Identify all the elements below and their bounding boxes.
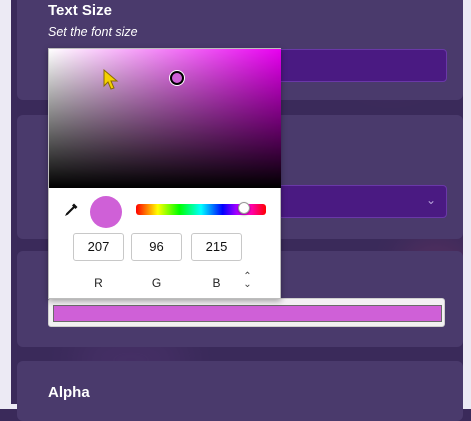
color-picker-popup: 207 96 215 R G B ⌃ ⌄ bbox=[48, 48, 281, 299]
chevron-down-icon: ⌄ bbox=[426, 193, 437, 207]
text-size-title: Text Size bbox=[48, 2, 112, 19]
alpha-title: Alpha bbox=[48, 384, 90, 401]
green-label: G bbox=[151, 276, 162, 290]
hue-slider-handle[interactable] bbox=[237, 202, 250, 214]
green-input[interactable]: 96 bbox=[131, 233, 182, 261]
mouse-cursor-icon bbox=[103, 69, 119, 90]
blue-label: B bbox=[212, 276, 221, 290]
red-input[interactable]: 207 bbox=[73, 233, 124, 261]
color-swatch bbox=[53, 305, 442, 322]
blue-input[interactable]: 215 bbox=[191, 233, 242, 261]
color-preview bbox=[90, 196, 122, 228]
chevron-updown-icon[interactable]: ⌃ ⌄ bbox=[241, 272, 254, 290]
scrollbar-track[interactable] bbox=[463, 0, 471, 409]
eyedropper-icon[interactable] bbox=[63, 202, 79, 218]
color-input[interactable] bbox=[48, 298, 445, 327]
red-label: R bbox=[94, 276, 103, 290]
brightness-gradient bbox=[49, 49, 281, 188]
saturation-brightness-area[interactable] bbox=[49, 49, 281, 188]
color-handle[interactable] bbox=[169, 71, 184, 86]
left-edge bbox=[0, 0, 11, 409]
text-size-subtitle: Set the font size bbox=[48, 25, 138, 39]
